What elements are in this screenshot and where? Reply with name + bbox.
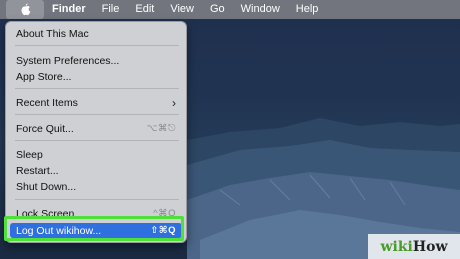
apple-icon	[21, 3, 30, 16]
menu-item-label: Restart...	[16, 164, 59, 177]
watermark: wiki How	[368, 234, 460, 259]
menu-separator	[15, 88, 179, 89]
menu-separator	[15, 114, 179, 115]
apple-menu-button[interactable]	[6, 0, 44, 19]
menu-item-label: About This Mac	[16, 27, 89, 40]
menu-item-force-quit[interactable]: Force Quit... ⌥⌘⎋	[10, 121, 182, 136]
menu-item-system-preferences[interactable]: System Preferences...	[10, 53, 182, 68]
menu-item-label: Shut Down...	[16, 180, 77, 193]
menu-bar: Finder File Edit View Go Window Help	[0, 0, 460, 19]
watermark-part2: How	[412, 238, 448, 255]
menu-item-shut-down[interactable]: Shut Down...	[10, 179, 182, 194]
menu-window[interactable]: Window	[233, 0, 288, 19]
menu-item-sleep[interactable]: Sleep	[10, 147, 182, 162]
menu-item-app-store[interactable]: App Store...	[10, 69, 182, 84]
menu-item-label: Force Quit...	[16, 122, 74, 135]
menu-item-recent-items[interactable]: Recent Items ›	[10, 95, 182, 110]
menu-item-label: Recent Items	[16, 96, 78, 109]
menu-edit[interactable]: Edit	[127, 0, 162, 19]
menu-item-about[interactable]: About This Mac	[10, 26, 182, 41]
menu-separator	[15, 199, 179, 200]
menu-item-label: Sleep	[16, 148, 43, 161]
menu-go[interactable]: Go	[202, 0, 233, 19]
chevron-right-icon: ›	[172, 95, 176, 110]
menu-finder[interactable]: Finder	[44, 0, 94, 19]
menu-view[interactable]: View	[162, 0, 202, 19]
menu-item-restart[interactable]: Restart...	[10, 163, 182, 178]
watermark-part1: wiki	[380, 238, 413, 255]
apple-dropdown-menu: About This Mac System Preferences... App…	[5, 21, 187, 243]
menu-file[interactable]: File	[94, 0, 128, 19]
menu-help[interactable]: Help	[288, 0, 327, 19]
menu-item-label: App Store...	[16, 70, 72, 83]
shortcut-label: ⌥⌘⎋	[146, 123, 176, 134]
highlight-outline	[4, 216, 184, 241]
menu-item-label: System Preferences...	[16, 54, 120, 67]
menu-separator	[15, 45, 179, 46]
menu-separator	[15, 140, 179, 141]
